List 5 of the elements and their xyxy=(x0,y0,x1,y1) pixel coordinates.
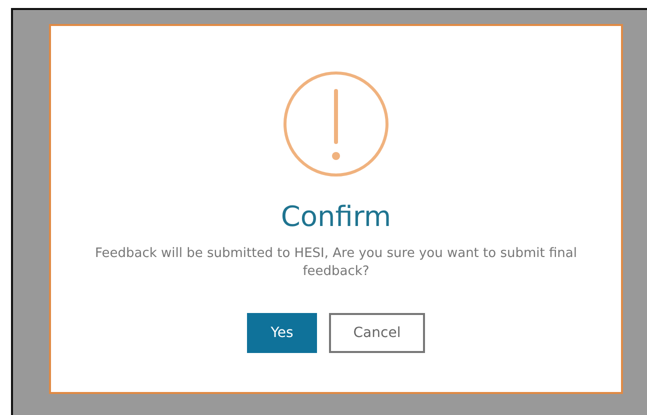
cancel-button[interactable]: Cancel xyxy=(329,313,425,353)
yes-button[interactable]: Yes xyxy=(247,313,317,353)
dialog-message: Feedback will be submitted to HESI, Are you sure you want to submit final feedback? xyxy=(94,245,578,281)
dialog-title: Confirm xyxy=(280,200,392,233)
warning-icon xyxy=(282,70,390,178)
